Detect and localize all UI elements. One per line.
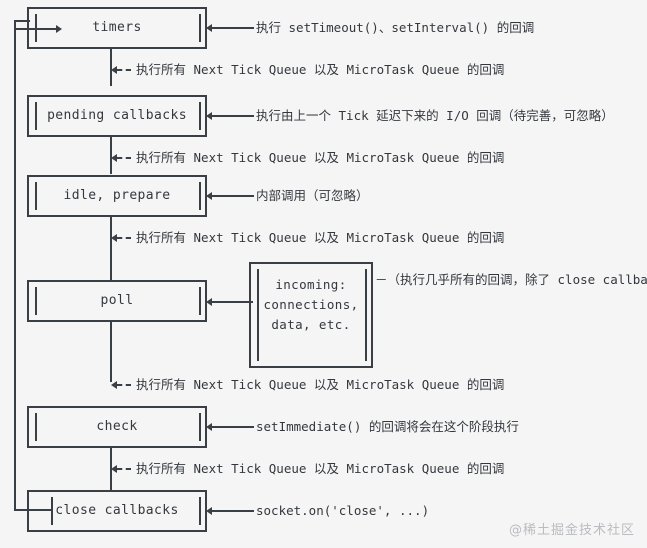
tick-queue-note-4: 执行所有 Next Tick Queue 以及 MicroTask Queue … xyxy=(136,377,505,392)
poll-detail-box[interactable]: incoming: connections, data, etc. xyxy=(249,262,373,368)
tick-queue-note-5: 执行所有 Next Tick Queue 以及 MicroTask Queue … xyxy=(136,461,505,476)
poll-detail-line-3: data, etc. xyxy=(271,317,351,332)
phase-label-timers: timers xyxy=(92,20,142,35)
phase-box-timers[interactable]: timers xyxy=(27,7,207,49)
phase-label-poll: poll xyxy=(100,293,134,308)
timers-note-arrow xyxy=(206,20,254,36)
poll-right-pipe xyxy=(199,287,201,315)
tick-queue-note-1: 执行所有 Next Tick Queue 以及 MicroTask Queue … xyxy=(136,62,505,77)
tick-queue-note-3: 执行所有 Next Tick Queue 以及 MicroTask Queue … xyxy=(136,230,505,245)
idle-note-arrow xyxy=(206,188,254,204)
poll-incoming-arrow xyxy=(206,294,253,310)
close-left-pipe xyxy=(51,497,53,525)
poll-detail-note: －（执行几乎所有的回调，除了 close callbac xyxy=(375,272,647,287)
phase-note-close-callbacks: socket.on('close', ...) xyxy=(256,503,430,518)
loop-return-rail xyxy=(14,29,16,510)
phase-note-idle-prepare: 内部调用（可忽略） xyxy=(256,188,369,203)
tick-arrow-5 xyxy=(111,461,131,477)
poll-left-pipe xyxy=(35,287,37,315)
poll-detail-line-4 xyxy=(307,335,315,355)
check-right-pipe xyxy=(199,413,201,441)
idle-right-pipe xyxy=(199,182,201,210)
tick-arrow-2 xyxy=(111,150,131,166)
phase-label-check: check xyxy=(96,419,138,434)
close-right-pipe xyxy=(199,497,201,525)
connector-poll-check xyxy=(110,322,112,382)
phase-box-pending-callbacks[interactable]: pending callbacks xyxy=(27,95,207,137)
event-loop-diagram: timers 执行 setTimeout()、setInterval() 的回调… xyxy=(0,0,647,548)
check-note-arrow xyxy=(206,419,254,435)
tick-arrow-1 xyxy=(111,62,131,78)
timers-left-pipe xyxy=(35,14,37,42)
poll-detail-line-2: connections, xyxy=(263,297,359,312)
timers-right-pipe xyxy=(199,14,201,42)
poll-top-stub xyxy=(110,254,112,280)
check-left-pipe xyxy=(35,413,37,441)
phase-box-idle-prepare[interactable]: idle, prepare xyxy=(27,175,207,217)
phase-label-pending-callbacks: pending callbacks xyxy=(47,108,187,123)
phase-box-check[interactable]: check xyxy=(27,406,207,448)
phase-note-check: setImmediate() 的回调将会在这个阶段执行 xyxy=(256,419,519,434)
phase-label-idle-prepare: idle, prepare xyxy=(63,188,171,203)
close-note-arrow xyxy=(206,503,254,519)
pending-note-arrow xyxy=(206,108,254,124)
pending-right-pipe xyxy=(199,102,201,130)
phase-note-timers: 执行 setTimeout()、setInterval() 的回调 xyxy=(256,20,535,35)
tick-arrow-4 xyxy=(111,377,131,393)
poll-detail-left-pipe xyxy=(257,269,259,361)
tick-queue-note-2: 执行所有 Next Tick Queue 以及 MicroTask Queue … xyxy=(136,150,505,165)
tick-arrow-3 xyxy=(111,230,131,246)
phase-note-pending-callbacks: 执行由上一个 Tick 延迟下来的 I/O 回调（待完善，可忽略） xyxy=(256,108,614,123)
idle-left-pipe xyxy=(35,182,37,210)
pending-left-pipe xyxy=(35,102,37,130)
phase-box-poll[interactable]: poll xyxy=(27,280,207,322)
watermark: @稀土掘金技术社区 xyxy=(508,523,635,538)
phase-label-close-callbacks: close callbacks xyxy=(55,503,179,518)
poll-detail-line-1: incoming: xyxy=(275,277,347,292)
phase-box-close-callbacks[interactable]: close callbacks xyxy=(27,490,207,532)
poll-detail-right-pipe xyxy=(365,269,367,361)
